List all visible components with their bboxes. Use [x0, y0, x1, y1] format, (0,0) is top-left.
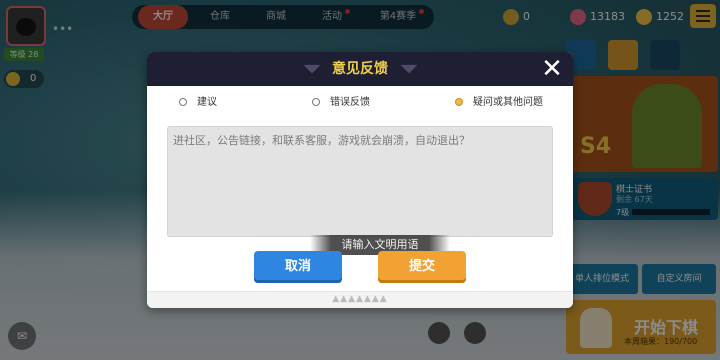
- feedback-text: 进社区，公告链接，和联系客服，游戏就会崩溃，自动退出？: [173, 134, 470, 147]
- option-label: 建议: [197, 97, 217, 108]
- feedback-textarea[interactable]: 进社区，公告链接，和联系客服，游戏就会崩溃，自动退出？ 请输入文明用语: [167, 126, 553, 255]
- option-suggestion[interactable]: 建议: [179, 96, 217, 110]
- option-label: 疑问或其他问题: [473, 97, 543, 108]
- option-question-other[interactable]: 疑问或其他问题: [455, 96, 543, 110]
- submit-button[interactable]: 提交: [378, 251, 466, 283]
- feedback-dialog: ◥◤ ◥◤ 意见反馈 ✕ 建议 错误反馈 疑问或其他问题 进社区，公告链接，和联…: [147, 52, 573, 308]
- radio-circle: [179, 98, 187, 106]
- cancel-button[interactable]: 取消: [254, 251, 342, 283]
- footer-ornament-icon: ▲▲▲▲▲▲▲: [332, 294, 388, 304]
- dialog-footer: ▲▲▲▲▲▲▲: [147, 291, 573, 308]
- close-icon[interactable]: ✕: [539, 56, 565, 82]
- option-bug-report[interactable]: 错误反馈: [312, 96, 370, 110]
- radio-circle: [312, 98, 320, 106]
- dialog-header: ◥◤ ◥◤ 意见反馈 ✕: [147, 52, 573, 86]
- option-label: 错误反馈: [330, 97, 370, 108]
- radio-circle: [455, 98, 463, 106]
- dialog-title: 意见反馈: [332, 61, 388, 77]
